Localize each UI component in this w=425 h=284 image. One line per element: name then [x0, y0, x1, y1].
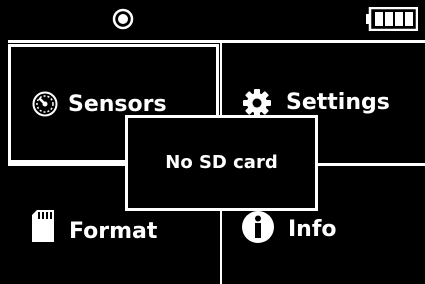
- menu-item-label: Format: [69, 219, 158, 244]
- record-dot-icon: [112, 8, 134, 30]
- grid-divider-top: [8, 40, 425, 43]
- menu-item-label: Sensors: [68, 92, 167, 117]
- gear-icon: [243, 89, 271, 117]
- sensors-dial-icon: [32, 91, 58, 117]
- info-icon: [242, 211, 274, 243]
- device-screen: Sensors Settings Format Info No SD card: [0, 0, 425, 284]
- no-sd-card-dialog: No SD card: [125, 115, 318, 211]
- battery-full-icon: [366, 7, 418, 31]
- menu-item-label: Settings: [286, 90, 390, 115]
- dialog-message: No SD card: [165, 152, 278, 173]
- sd-card-icon: [32, 210, 54, 242]
- status-bar: [0, 0, 425, 40]
- menu-item-label: Info: [288, 217, 337, 242]
